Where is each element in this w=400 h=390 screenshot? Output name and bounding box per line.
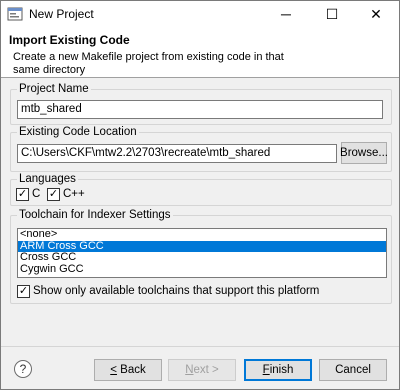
toolchain-list[interactable]: <none> ARM Cross GCC Cross GCC Cygwin GC… <box>17 228 387 278</box>
language-cpp-checkbox[interactable]: ✓ <box>47 188 60 201</box>
next-label: ext > <box>193 364 219 376</box>
language-cpp-label: C++ <box>63 188 85 200</box>
next-mnemonic: N <box>185 364 194 376</box>
footer-divider <box>1 346 399 347</box>
minimize-icon[interactable]: ─ <box>263 1 309 27</box>
page-title: Import Existing Code <box>9 33 130 47</box>
project-name-group: Project Name mtb_shared <box>10 83 392 125</box>
next-button[interactable]: Next > <box>168 359 236 381</box>
wizard-header: Import Existing Code Create a new Makefi… <box>1 27 399 78</box>
maximize-icon[interactable]: ☐ <box>309 1 355 27</box>
page-description: Create a new Makefile project from exist… <box>13 51 284 76</box>
finish-button[interactable]: Finish <box>244 359 312 381</box>
back-label: Back <box>116 364 146 376</box>
toolchain-group: Toolchain for Indexer Settings <none> AR… <box>10 209 392 304</box>
project-name-label: Project Name <box>17 83 91 95</box>
languages-group: Languages ✓ C ✓ C++ <box>10 173 392 206</box>
help-icon[interactable]: ? <box>14 360 32 378</box>
finish-label: inish <box>269 364 294 376</box>
back-mnemonic: < <box>110 364 117 376</box>
cancel-button[interactable]: Cancel <box>319 359 387 381</box>
toolchain-item-cross-gcc[interactable]: Cross GCC <box>18 251 386 264</box>
close-icon[interactable]: ✕ <box>353 1 399 27</box>
code-location-label: Existing Code Location <box>17 126 139 138</box>
project-name-input[interactable]: mtb_shared <box>17 100 383 119</box>
window-title: New Project <box>29 7 94 21</box>
languages-label: Languages <box>17 173 78 185</box>
finish-mnemonic: F <box>262 364 270 376</box>
title-bar[interactable]: New Project ─ ☐ ✕ <box>1 1 399 27</box>
code-location-group: Existing Code Location C:\Users\CKF\mtw2… <box>10 126 392 172</box>
back-button[interactable]: < Back <box>94 359 162 381</box>
language-c-label: C <box>32 188 41 200</box>
new-project-dialog: New Project ─ ☐ ✕ Import Existing Code C… <box>0 0 400 390</box>
browse-button[interactable]: Browse... <box>340 142 388 164</box>
language-c-checkbox[interactable]: ✓ <box>16 188 29 201</box>
toolchain-item-none[interactable]: <none> <box>18 228 386 241</box>
eclipse-app-icon <box>7 7 23 21</box>
code-location-input[interactable]: C:\Users\CKF\mtw2.2\2703\recreate\mtb_sh… <box>17 144 337 163</box>
toolchain-label: Toolchain for Indexer Settings <box>17 209 173 221</box>
available-toolchains-checkbox[interactable]: ✓ <box>17 285 30 298</box>
available-toolchains-label: Show only available toolchains that supp… <box>33 285 320 297</box>
toolchain-item-cygwin-gcc[interactable]: Cygwin GCC <box>18 263 386 276</box>
